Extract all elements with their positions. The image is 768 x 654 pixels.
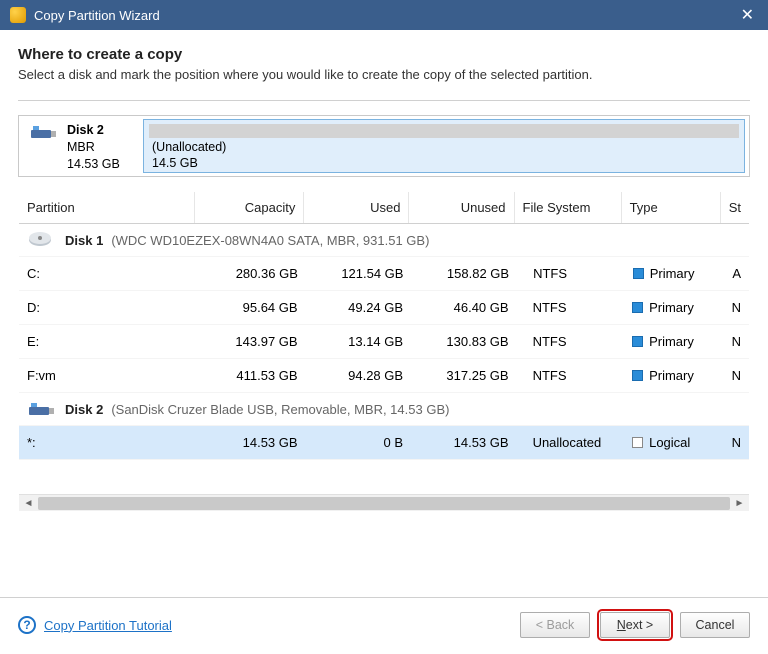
disk-desc: (SanDisk Cruzer Blade USB, Removable, MB… [111, 402, 449, 417]
cell-used: 13.14 GB [306, 334, 412, 349]
segment-label: (Unallocated) [144, 140, 744, 156]
page-subtitle: Select a disk and mark the position wher… [18, 67, 750, 82]
cancel-button[interactable]: Cancel [680, 612, 750, 638]
type-color-icon [632, 370, 643, 381]
window-title: Copy Partition Wizard [34, 8, 160, 23]
cell-unused: 130.83 GB [411, 334, 517, 349]
cell-unused: 158.82 GB [411, 266, 517, 281]
target-disk-scheme: MBR [67, 139, 120, 156]
cell-status: N [724, 435, 749, 450]
cell-capacity: 95.64 GB [196, 300, 305, 315]
target-disk-size: 14.53 GB [67, 156, 120, 173]
cell-type: Primary [624, 300, 724, 315]
hdr-status[interactable]: St [721, 192, 749, 223]
segment-bar [149, 124, 739, 138]
cell-used: 0 B [306, 435, 412, 450]
scroll-thumb[interactable] [38, 497, 730, 510]
cell-status: A [724, 266, 749, 281]
table-row[interactable]: F:vm411.53 GB94.28 GB317.25 GBNTFSPrimar… [19, 359, 749, 393]
cell-used: 49.24 GB [306, 300, 412, 315]
cell-type: Primary [624, 368, 724, 383]
cell-status: N [724, 334, 749, 349]
type-color-icon [632, 437, 643, 448]
cell-unused: 317.25 GB [411, 368, 517, 383]
cell-filesystem: Unallocated [517, 435, 625, 450]
back-button[interactable]: < Back [520, 612, 590, 638]
table-row[interactable]: E:143.97 GB13.14 GB130.83 GBNTFSPrimaryN [19, 325, 749, 359]
usb-disk-icon [29, 122, 59, 142]
cell-filesystem: NTFS [517, 266, 625, 281]
disk-group-header[interactable]: Disk 1 (WDC WD10EZEX-08WN4A0 SATA, MBR, 9… [19, 224, 749, 257]
help-icon[interactable]: ? [18, 616, 36, 634]
app-icon [10, 7, 26, 23]
cell-status: N [724, 300, 749, 315]
divider [18, 100, 750, 101]
cell-status: N [724, 368, 749, 383]
cell-unused: 14.53 GB [411, 435, 517, 450]
hdr-unused[interactable]: Unused [409, 192, 514, 223]
tutorial-link[interactable]: Copy Partition Tutorial [44, 618, 172, 633]
close-icon[interactable]: ✕ [737, 5, 758, 25]
horizontal-scrollbar[interactable]: ◄ ► [19, 494, 749, 511]
disk-group-header[interactable]: Disk 2 (SanDisk Cruzer Blade USB, Removab… [19, 393, 749, 426]
hdr-used[interactable]: Used [304, 192, 409, 223]
type-color-icon [632, 302, 643, 313]
table-row[interactable]: C:280.36 GB121.54 GB158.82 GBNTFSPrimary… [19, 257, 749, 291]
cell-partition: C: [19, 266, 196, 281]
next-button[interactable]: Next > [600, 612, 670, 638]
page-title: Where to create a copy [18, 46, 750, 63]
cell-type: Primary [624, 334, 724, 349]
disk-desc: (WDC WD10EZEX-08WN4A0 SATA, MBR, 931.51 … [111, 233, 429, 248]
cell-partition: D: [19, 300, 196, 315]
cell-capacity: 143.97 GB [196, 334, 305, 349]
cell-capacity: 280.36 GB [196, 266, 306, 281]
partition-table: Partition Capacity Used Unused File Syst… [18, 191, 750, 512]
usb-disk-icon [27, 399, 57, 419]
table-row[interactable]: *:14.53 GB0 B14.53 GBUnallocatedLogicalN [19, 426, 749, 460]
disk-name: Disk 2 [65, 402, 103, 417]
cell-type: Logical [624, 435, 724, 450]
target-disk-name: Disk 2 [67, 122, 120, 139]
cell-filesystem: NTFS [517, 368, 625, 383]
cell-capacity: 14.53 GB [196, 435, 305, 450]
hdr-partition[interactable]: Partition [19, 192, 195, 223]
hdr-capacity[interactable]: Capacity [195, 192, 304, 223]
titlebar: Copy Partition Wizard ✕ [0, 0, 768, 30]
cell-type: Primary [625, 266, 725, 281]
table-row[interactable]: D:95.64 GB49.24 GB46.40 GBNTFSPrimaryN [19, 291, 749, 325]
target-disk-segment[interactable]: (Unallocated) 14.5 GB [143, 119, 745, 173]
table-header: Partition Capacity Used Unused File Syst… [19, 192, 749, 224]
type-color-icon [632, 336, 643, 347]
hdd-disk-icon [27, 230, 57, 250]
cell-filesystem: NTFS [517, 334, 625, 349]
cell-partition: F:vm [19, 368, 196, 383]
footer: ? Copy Partition Tutorial < Back Next > … [0, 597, 768, 654]
scroll-left-icon[interactable]: ◄ [21, 497, 36, 510]
cell-used: 121.54 GB [306, 266, 412, 281]
segment-size: 14.5 GB [144, 156, 744, 172]
cell-partition: E: [19, 334, 196, 349]
cell-partition: *: [19, 435, 196, 450]
cell-used: 94.28 GB [306, 368, 412, 383]
hdr-type[interactable]: Type [622, 192, 721, 223]
cell-unused: 46.40 GB [411, 300, 517, 315]
scroll-right-icon[interactable]: ► [732, 497, 747, 510]
disk-name: Disk 1 [65, 233, 103, 248]
cell-filesystem: NTFS [517, 300, 625, 315]
type-color-icon [633, 268, 644, 279]
cell-capacity: 411.53 GB [196, 368, 305, 383]
hdr-filesystem[interactable]: File System [515, 192, 622, 223]
target-disk-box[interactable]: Disk 2 MBR 14.53 GB (Unallocated) 14.5 G… [18, 115, 750, 177]
